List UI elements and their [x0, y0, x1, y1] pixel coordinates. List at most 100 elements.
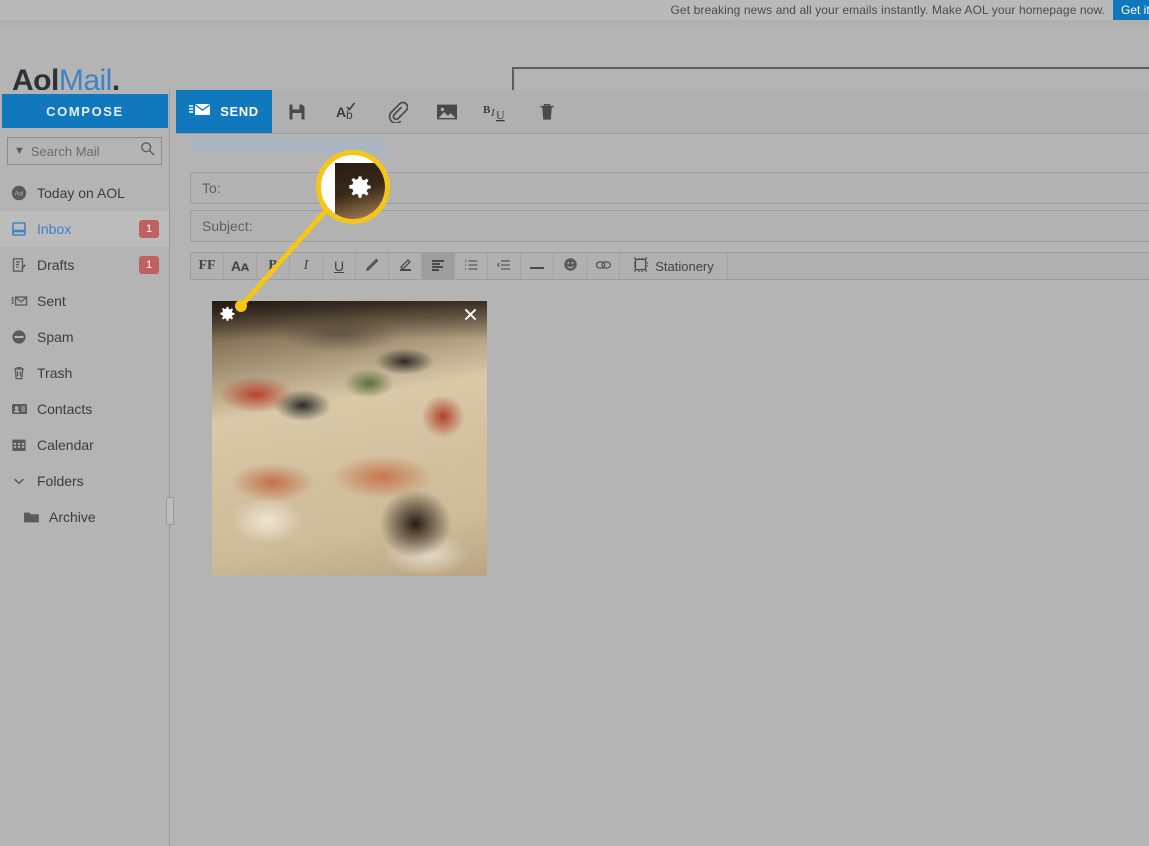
inbox-unread-badge: 1	[139, 220, 159, 238]
aol-circle-icon: Aol	[10, 184, 28, 202]
sidebar-item-sent[interactable]: Sent	[0, 283, 169, 319]
sidebar-nav: Aol Today on AOL Inbox 1 Drafts 1 Sent S…	[0, 175, 169, 535]
bold-label: B	[268, 258, 278, 273]
link-button[interactable]	[587, 253, 620, 279]
compose-toolbar: SEND Ab BIU	[176, 90, 1149, 134]
font-size-label: Aᴀ	[230, 258, 250, 274]
stationery-frame-icon	[633, 257, 649, 275]
sidebar-item-label: Sent	[37, 293, 66, 309]
highlighter-icon	[398, 257, 413, 275]
svg-text:U: U	[496, 108, 505, 122]
emoji-button[interactable]	[554, 253, 587, 279]
bold-button[interactable]: B	[257, 253, 290, 279]
sidebar-item-drafts[interactable]: Drafts 1	[0, 247, 169, 283]
chevron-down-icon	[10, 472, 28, 490]
emoji-icon	[563, 257, 578, 275]
svg-text:A: A	[336, 104, 346, 120]
sidebar-item-spam[interactable]: Spam	[0, 319, 169, 355]
sent-icon	[10, 292, 28, 310]
sidebar: COMPOSE ▼ Search Mail Aol Today on AOL I…	[0, 90, 174, 846]
sidebar-item-label: Trash	[37, 365, 73, 381]
callout-magnifier	[316, 150, 390, 224]
text-color-button[interactable]	[356, 253, 389, 279]
sidebar-item-trash[interactable]: Trash	[0, 355, 169, 391]
sidebar-item-label: Drafts	[37, 257, 75, 273]
promo-banner: Get breaking news and all your emails in…	[0, 0, 1149, 20]
sidebar-item-label: Today on AOL	[37, 185, 125, 201]
svg-text:B: B	[483, 104, 491, 116]
gear-icon	[347, 175, 373, 205]
promo-get-it-now-button[interactable]: Get it now	[1113, 0, 1149, 20]
message-body[interactable]	[190, 288, 1149, 828]
attach-file-button[interactable]	[372, 90, 422, 133]
underline-label: U	[333, 258, 345, 274]
sidebar-scrollbar[interactable]	[166, 497, 174, 525]
photo-content	[212, 301, 487, 576]
numbered-list-icon	[464, 258, 478, 274]
spam-icon	[10, 328, 28, 346]
sidebar-item-inbox[interactable]: Inbox 1	[0, 211, 169, 247]
numbered-list-button[interactable]	[455, 253, 488, 279]
italic-button[interactable]: I	[290, 253, 323, 279]
sidebar-item-label: Calendar	[37, 437, 94, 453]
sidebar-item-calendar[interactable]: Calendar	[0, 427, 169, 463]
calendar-icon	[10, 436, 28, 454]
sidebar-item-today-on-aol[interactable]: Aol Today on AOL	[0, 175, 169, 211]
italic-label: I	[303, 258, 309, 273]
aol-mail-compose-screen: Get breaking news and all your emails in…	[0, 0, 1149, 846]
pencil-icon	[365, 257, 380, 275]
format-toolbar: FF Aᴀ B I U Stationery	[190, 252, 1149, 280]
delete-draft-button[interactable]	[522, 90, 572, 133]
horizontal-rule-button[interactable]	[521, 253, 554, 279]
sidebar-item-label: Folders	[37, 473, 84, 489]
font-family-button[interactable]: FF	[191, 253, 224, 279]
sidebar-item-label: Contacts	[37, 401, 93, 417]
sidebar-item-contacts[interactable]: Contacts	[0, 391, 169, 427]
insert-image-button[interactable]	[422, 90, 472, 133]
align-left-icon	[431, 258, 445, 274]
sidebar-item-folders[interactable]: Folders	[0, 463, 169, 499]
send-envelope-icon	[189, 103, 213, 120]
link-icon	[595, 258, 612, 274]
promo-banner-text: Get breaking news and all your emails in…	[670, 3, 1105, 17]
sidebar-item-label: Inbox	[37, 221, 72, 237]
stationery-button[interactable]: Stationery	[620, 253, 728, 279]
send-button[interactable]: SEND	[176, 90, 272, 133]
photo-overlay-shade	[212, 301, 487, 339]
text-format-button[interactable]: BIU	[472, 90, 522, 133]
indent-icon	[496, 258, 511, 274]
font-family-label: FF	[198, 258, 216, 273]
subject-field-label: Subject:	[202, 218, 253, 234]
sidebar-item-archive[interactable]: Archive	[0, 499, 169, 535]
to-field-label: To:	[202, 180, 221, 196]
compose-area: To: Subject: FF Aᴀ B I U Stationery	[176, 134, 1149, 846]
drafts-count-badge: 1	[139, 256, 159, 274]
search-input[interactable]: Search Mail	[31, 144, 134, 159]
embedded-image[interactable]	[212, 301, 487, 576]
trash-icon	[10, 364, 28, 382]
chevron-down-icon[interactable]: ▼	[14, 145, 25, 157]
search-icon[interactable]	[140, 141, 155, 161]
folder-icon	[22, 508, 40, 526]
align-left-button[interactable]	[422, 253, 455, 279]
save-draft-button[interactable]	[272, 90, 322, 133]
highlight-button[interactable]	[389, 253, 422, 279]
font-size-button[interactable]: Aᴀ	[224, 253, 257, 279]
underline-button[interactable]: U	[323, 253, 356, 279]
sidebar-item-label: Archive	[49, 509, 96, 525]
gear-icon[interactable]	[219, 306, 236, 326]
spellcheck-button[interactable]: Ab	[322, 90, 372, 133]
compose-button[interactable]: COMPOSE	[2, 94, 168, 128]
inbox-icon	[10, 220, 28, 238]
masthead: AolMail.	[0, 26, 1149, 101]
sidebar-search-mail[interactable]: ▼ Search Mail	[7, 137, 162, 165]
stationery-label: Stationery	[655, 258, 714, 274]
indent-button[interactable]	[488, 253, 521, 279]
sidebar-item-label: Spam	[37, 329, 74, 345]
contacts-icon	[10, 400, 28, 418]
horizontal-rule-icon	[529, 258, 545, 274]
send-button-label: SEND	[220, 104, 259, 119]
drafts-icon	[10, 256, 28, 274]
svg-text:Aol: Aol	[15, 192, 24, 198]
close-icon[interactable]	[462, 306, 479, 327]
